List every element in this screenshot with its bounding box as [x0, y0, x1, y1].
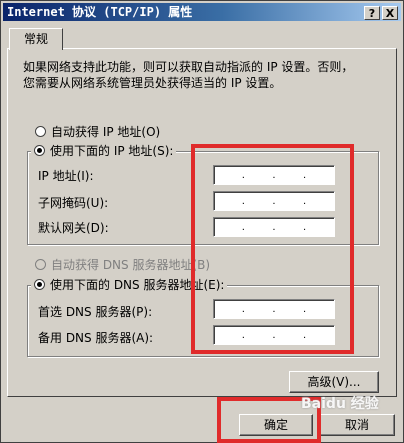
ip-manual-option[interactable]: 使用下面的 IP 地址(S):	[31, 142, 177, 159]
dns-auto-option[interactable]: 自动获得 DNS 服务器地址(B)	[35, 256, 210, 273]
ip-auto-option[interactable]: 自动获得 IP 地址(O)	[35, 123, 160, 140]
description-text: 如果网络支持此功能，则可以获取自动指派的 IP 设置。否则， 您需要从网络系统管…	[23, 59, 363, 91]
ok-button[interactable]: 确定	[239, 414, 313, 436]
tcpip-properties-dialog: Internet 协议 (TCP/IP) 属性 ? X 常规 如果网络支持此功能…	[0, 0, 404, 443]
close-button[interactable]: X	[382, 6, 398, 20]
alternate-dns-input[interactable]: ...	[213, 325, 335, 345]
ip-auto-label: 自动获得 IP 地址(O)	[51, 125, 161, 139]
dns-manual-group	[27, 285, 379, 357]
help-button[interactable]: ?	[364, 6, 380, 20]
dns-manual-label: 使用下面的 DNS 服务器地址(E):	[50, 278, 225, 292]
dns-manual-radio[interactable]	[34, 279, 45, 290]
ip-address-input[interactable]: ...	[213, 165, 335, 185]
ip-manual-label: 使用下面的 IP 地址(S):	[50, 144, 174, 158]
subnet-mask-label: 子网掩码(U):	[38, 196, 109, 210]
preferred-dns-label: 首选 DNS 服务器(P):	[38, 305, 153, 319]
dns-manual-option[interactable]: 使用下面的 DNS 服务器地址(E):	[31, 276, 228, 293]
default-gateway-input[interactable]: ...	[213, 217, 335, 237]
description-line-2: 您需要从网络系统管理员处获得适当的 IP 设置。	[23, 76, 282, 90]
ip-address-label: IP 地址(I):	[38, 169, 94, 183]
dns-auto-radio[interactable]	[35, 259, 46, 270]
advanced-button[interactable]: 高级(V)...	[289, 371, 379, 393]
description-line-1: 如果网络支持此功能，则可以获取自动指派的 IP 设置。否则，	[23, 60, 354, 74]
window-title: Internet 协议 (TCP/IP) 属性	[7, 5, 193, 19]
dns-auto-label: 自动获得 DNS 服务器地址(B)	[51, 258, 211, 272]
ip-auto-radio[interactable]	[35, 126, 46, 137]
ip-manual-radio[interactable]	[34, 145, 45, 156]
subnet-mask-input[interactable]: ...	[213, 191, 335, 211]
alternate-dns-label: 备用 DNS 服务器(A):	[38, 331, 154, 345]
cancel-button[interactable]: 取消	[319, 414, 395, 436]
tab-general[interactable]: 常规	[9, 28, 63, 50]
default-gateway-label: 默认网关(D):	[38, 221, 109, 235]
title-bar[interactable]: Internet 协议 (TCP/IP) 属性 ? X	[3, 3, 401, 21]
preferred-dns-input[interactable]: ...	[213, 299, 335, 319]
